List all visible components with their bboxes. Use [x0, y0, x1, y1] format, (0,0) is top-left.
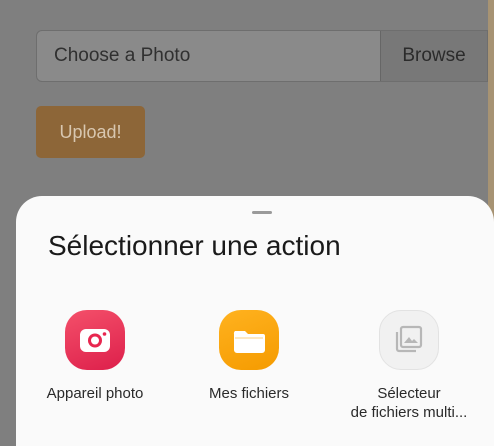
- sheet-drag-handle[interactable]: [252, 211, 272, 214]
- action-my-files[interactable]: Mes fichiers: [169, 310, 329, 403]
- sheet-title: Sélectionner une action: [48, 230, 341, 261]
- browse-button[interactable]: Browse: [380, 31, 487, 81]
- picker-label-line-1: Sélecteur: [377, 385, 441, 402]
- upload-button[interactable]: Upload!: [36, 106, 145, 158]
- gallery-icon: [395, 325, 423, 353]
- action-bottom-sheet: Sélectionner une action Appareil photo M…: [16, 196, 494, 446]
- folder-icon: [233, 331, 265, 353]
- action-multi-file-picker-label: Sélecteur de fichiers multi...: [329, 384, 489, 422]
- camera-icon: [80, 329, 110, 352]
- file-input-placeholder: Choose a Photo: [54, 45, 191, 66]
- picker-app-icon: [379, 310, 439, 370]
- action-camera[interactable]: Appareil photo: [15, 310, 175, 403]
- camera-app-icon: [65, 310, 125, 370]
- file-input[interactable]: Choose a Photo Browse: [36, 30, 488, 82]
- action-multi-file-picker[interactable]: Sélecteur de fichiers multi...: [329, 310, 489, 422]
- action-camera-label: Appareil photo: [46, 385, 144, 402]
- picker-label-line-2: de fichiers multi...: [350, 404, 468, 421]
- files-app-icon: [219, 310, 279, 370]
- action-my-files-label: Mes fichiers: [208, 385, 290, 402]
